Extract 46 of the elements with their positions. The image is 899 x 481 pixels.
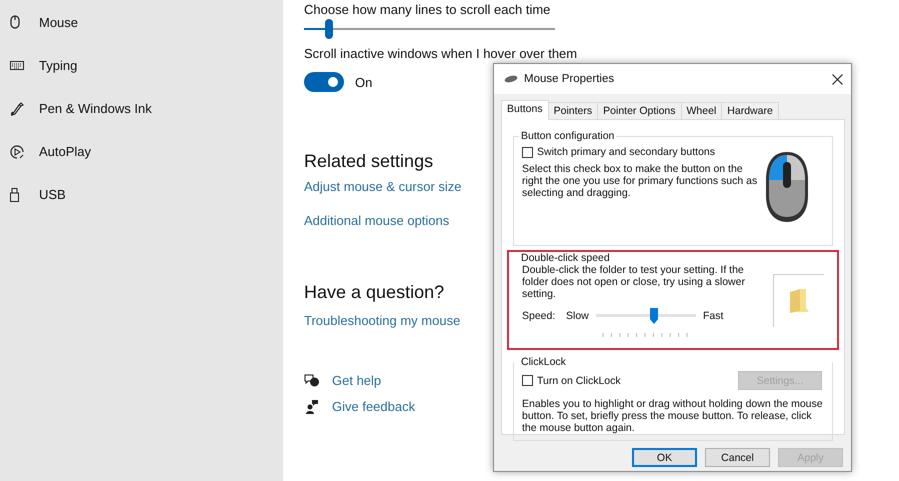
- description: Double-click the folder to test your setting. If the folder does not open or close, try using a slower setting.: [522, 264, 746, 300]
- close-icon[interactable]: [832, 74, 843, 84]
- sidebar-item[interactable]: Pen & Windows Ink: [0, 87, 283, 130]
- sidebar-item[interactable]: USB: [0, 173, 283, 216]
- tab[interactable]: Buttons: [501, 100, 549, 120]
- feedback-icon: [304, 399, 320, 414]
- description: Select this check box to make the button on the right the one you use for primary functions such as selecting and dragging.: [522, 163, 758, 199]
- link[interactable]: Troubleshooting my mouse: [304, 313, 460, 328]
- section-heading: Have a question?: [304, 281, 444, 304]
- keyboard-icon: [10, 61, 24, 70]
- toggle-switch[interactable]: [304, 72, 344, 92]
- dialog-button[interactable]: OK: [632, 448, 697, 467]
- link[interactable]: Additional mouse options: [304, 213, 450, 228]
- setting-label: Choose how many lines to scroll each time: [304, 2, 552, 18]
- group-legend: Double-click speed: [519, 252, 612, 264]
- link[interactable]: Get help: [332, 373, 382, 388]
- sidebar-item[interactable]: AutoPlay: [0, 130, 283, 173]
- description: Enables you to highlight or drag without holding down the mouse button. To set, briefly press the mouse button. To release, click the mouse button again.: [522, 398, 824, 434]
- group-legend: ClickLock: [519, 356, 568, 368]
- slider-thumb[interactable]: [650, 308, 658, 324]
- group-legend: Button configuration: [519, 130, 616, 142]
- fast-label: Fast: [703, 310, 724, 322]
- toggle-state: On: [355, 74, 372, 90]
- checkbox-row[interactable]: Turn on ClickLock: [522, 374, 621, 386]
- window-title: Mouse Properties: [524, 73, 616, 85]
- checkbox[interactable]: [522, 375, 533, 386]
- sidebar-item[interactable]: Mouse: [0, 0, 283, 44]
- chat-help-icon: [304, 373, 320, 388]
- checkbox[interactable]: [522, 146, 533, 158]
- link[interactable]: Give feedback: [332, 399, 416, 414]
- setting-label: Scroll inactive windows when I hover over them: [304, 46, 578, 62]
- tab[interactable]: Hardware: [721, 102, 779, 119]
- tab[interactable]: Pointer Options: [597, 102, 682, 119]
- usb-icon: [10, 188, 19, 202]
- link[interactable]: Adjust mouse & cursor size: [304, 179, 462, 194]
- checkbox-row[interactable]: Switch primary and secondary buttons: [522, 146, 764, 158]
- mouse-icon: [504, 75, 518, 83]
- sidebar-item[interactable]: Typing: [0, 44, 283, 87]
- section-heading: Related settings: [304, 150, 434, 173]
- slow-label: Slow: [566, 310, 590, 322]
- play-circle-icon: [10, 144, 24, 158]
- slider-thumb[interactable]: [325, 19, 334, 39]
- pen-icon: [10, 102, 24, 116]
- mouse-icon: [10, 15, 20, 29]
- dialog-button[interactable]: Cancel: [705, 448, 770, 467]
- speed-label: Speed:: [522, 310, 556, 322]
